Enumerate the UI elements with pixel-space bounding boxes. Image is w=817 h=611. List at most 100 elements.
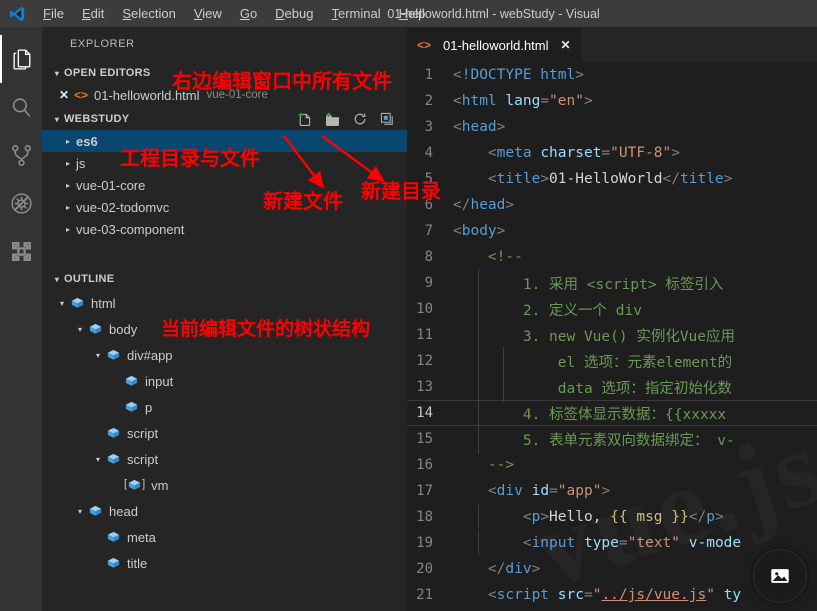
code-line[interactable]: 12 el 选项：元素element的	[407, 346, 817, 376]
code-line[interactable]: 15 5. 表单元素双向数据绑定： v-	[407, 424, 817, 454]
outline-item-label: head	[109, 503, 138, 519]
tree-indent-spacer: ▾	[108, 481, 124, 490]
menu-edit[interactable]: Edit	[73, 0, 113, 27]
folder-item-vue-01-core[interactable]: ▸ vue-01-core	[42, 174, 407, 196]
code-line[interactable]: 7 <body>	[407, 218, 817, 244]
code-text: 4. 标签体显示数据：{{xxxxx	[453, 398, 817, 428]
code-line[interactable]: 1 <!DOCTYPE html>	[407, 62, 817, 88]
vscode-window: FFileile Edit Selection View Go Debug Te…	[0, 0, 817, 611]
tab-01-helloworld-html[interactable]: <> 01-helloworld.html ✕	[407, 27, 581, 62]
element-symbol-icon	[88, 504, 103, 519]
code-text: data 选项：指定初始化数	[453, 372, 817, 402]
code-text: <meta charset="UTF-8">	[487, 145, 680, 161]
section-workspace[interactable]: ▾ WEBSTUDY	[42, 108, 407, 130]
editor-tab-bar: <> 01-helloworld.html ✕	[407, 27, 817, 62]
image-icon-button[interactable]	[753, 549, 807, 603]
outline-item-div-app[interactable]: ▾ div#app	[42, 342, 407, 368]
title-bar: FFileile Edit Selection View Go Debug Te…	[0, 0, 817, 27]
folder-item-vue-03-component[interactable]: ▸ vue-03-component	[42, 218, 407, 240]
menu-terminal[interactable]: Terminal	[322, 0, 389, 27]
outline-item-body[interactable]: ▾ body	[42, 316, 407, 342]
line-number: 10	[416, 301, 433, 317]
code-line[interactable]: 19 <input type="text" v-mode	[407, 530, 817, 556]
section-open-editors[interactable]: ▾ OPEN EDITORS	[42, 62, 407, 84]
menu-go[interactable]: Go	[231, 0, 266, 27]
outline-item-vm[interactable]: ▾[] vm	[42, 472, 407, 498]
sidebar-title: EXPLORER	[70, 38, 135, 50]
activity-extensions-icon[interactable]	[0, 227, 42, 275]
chevron-right-icon: ▸	[65, 180, 70, 190]
outline-item-label: script	[127, 425, 159, 441]
element-symbol-icon	[70, 296, 85, 311]
tab-close-icon[interactable]: ✕	[561, 38, 571, 52]
code-text: el 选项：元素element的	[453, 346, 817, 376]
menu-selection[interactable]: Selection	[113, 0, 184, 27]
outline-item-input[interactable]: ▾ input	[42, 368, 407, 394]
code-line[interactable]: 6 </head>	[407, 192, 817, 218]
editor-pane: <> 01-helloworld.html ✕ 1 <!DOCTYPE html>…	[407, 27, 817, 611]
chevron-down-icon: ▾	[54, 114, 60, 124]
line-number: 1	[424, 67, 433, 83]
code-line[interactable]: 16 -->	[407, 452, 817, 478]
folder-item-es6[interactable]: ▸ es6	[42, 130, 407, 152]
outline-item-label: script	[127, 451, 159, 467]
folder-item-js[interactable]: ▸ js	[42, 152, 407, 174]
code-text: <p>Hello, {{ msg }}</p>	[453, 505, 817, 529]
menu-view[interactable]: View	[185, 0, 231, 27]
code-line[interactable]: 3 <head>	[407, 114, 817, 140]
code-line[interactable]: 2 <html lang="en">	[407, 88, 817, 114]
section-outline[interactable]: ▾ OUTLINE	[42, 268, 407, 290]
new-file-icon[interactable]	[296, 111, 313, 128]
code-line[interactable]: 13 data 选项：指定初始化数	[407, 372, 817, 402]
outline-item-label: body	[109, 321, 138, 337]
element-symbol-icon	[106, 556, 121, 571]
activity-explorer-icon[interactable]	[0, 35, 42, 83]
menu-help[interactable]: Help	[390, 0, 435, 27]
code-line[interactable]: 14 4. 标签体显示数据：{{xxxxx	[407, 398, 817, 428]
indent-guide	[478, 398, 479, 428]
refresh-icon[interactable]	[352, 111, 368, 127]
indent-guide	[478, 294, 479, 324]
outline-item-title[interactable]: ▾ title	[42, 550, 407, 576]
outline-item-label: p	[145, 399, 153, 415]
new-folder-icon[interactable]	[324, 111, 341, 128]
close-icon[interactable]: ✕	[54, 88, 74, 102]
code-text: <body>	[453, 223, 506, 239]
code-line[interactable]: 17 <div id="app">	[407, 478, 817, 504]
open-editor-filename: 01-helloworld.html	[94, 87, 200, 103]
outline-item-label: title	[127, 555, 148, 571]
indent-guide	[503, 372, 504, 402]
line-number: 2	[424, 93, 433, 109]
outline-item-p[interactable]: ▾p	[42, 394, 407, 420]
outline-item-head[interactable]: ▾ head	[42, 498, 407, 524]
code-text: 3. new Vue() 实例化Vue应用	[453, 320, 817, 350]
vscode-logo-icon	[0, 0, 34, 27]
activity-search-icon[interactable]	[0, 83, 42, 131]
line-number: 14	[416, 405, 433, 421]
code-line[interactable]: 18 <p>Hello, {{ msg }}</p>	[407, 504, 817, 530]
outline-item-meta[interactable]: ▾ meta	[42, 524, 407, 550]
folder-item-vue-02-todomvc[interactable]: ▸ vue-02-todomvc	[42, 196, 407, 218]
code-editor[interactable]: 1 <!DOCTYPE html> 2 <html lang="en"> 3 <head>…	[407, 62, 817, 611]
line-number: 20	[416, 561, 433, 577]
code-line[interactable]: 8 <!--	[407, 244, 817, 270]
collapse-all-icon[interactable]	[379, 111, 395, 127]
outline-item-script[interactable]: ▾ script	[42, 446, 407, 472]
line-number: 11	[416, 327, 433, 343]
chevron-down-icon: ▾	[54, 68, 60, 78]
code-line[interactable]: 4 <meta charset="UTF-8">	[407, 140, 817, 166]
menu-file[interactable]: FFileile	[34, 0, 73, 27]
open-editor-item[interactable]: ✕ <> 01-helloworld.html vue-01-core	[42, 84, 407, 106]
code-line[interactable]: 10 2. 定义一个 div	[407, 294, 817, 324]
outline-item-script[interactable]: ▾ script	[42, 420, 407, 446]
activity-debug-icon[interactable]	[0, 179, 42, 227]
line-number: 13	[416, 379, 433, 395]
activity-source-control-icon[interactable]	[0, 131, 42, 179]
menu-debug[interactable]: Debug	[266, 0, 322, 27]
code-line[interactable]: 11 3. new Vue() 实例化Vue应用	[407, 320, 817, 350]
code-line[interactable]: 9 1. 采用 <script> 标签引入	[407, 268, 817, 298]
menu-bar[interactable]: FFileile Edit Selection View Go Debug Te…	[34, 0, 434, 27]
indent-guide	[478, 268, 479, 298]
outline-item-html[interactable]: ▾ html	[42, 290, 407, 316]
code-line[interactable]: 5 <title>01-HelloWorld</title>	[407, 166, 817, 192]
